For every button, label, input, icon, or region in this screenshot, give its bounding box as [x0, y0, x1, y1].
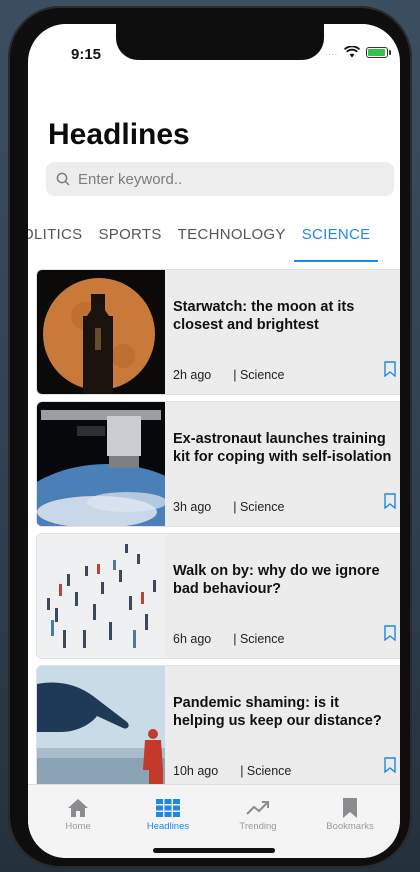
tabbar-home[interactable]: Home — [38, 795, 118, 832]
article-time: 2h ago — [173, 368, 212, 382]
status-icons: .... — [325, 46, 391, 58]
home-indicator — [153, 848, 275, 853]
article-meta: 6h ago | Science — [173, 632, 284, 646]
category-tabs: OLITICS SPORTS TECHNOLOGY SCIENCE — [28, 226, 400, 262]
article-meta: 3h ago | Science — [173, 500, 284, 514]
article-card[interactable]: Pandemic shaming: is it helping us keep … — [36, 665, 400, 791]
tabbar-trending-label: Trending — [239, 821, 277, 832]
bookmark-filled-icon — [343, 798, 357, 818]
search-icon — [56, 172, 70, 186]
article-card[interactable]: Ex-astronaut launches training kit for c… — [36, 401, 400, 527]
bookmark-icon[interactable] — [383, 361, 397, 382]
search-bar[interactable] — [46, 162, 394, 196]
battery-icon — [366, 46, 391, 58]
moon-image — [37, 270, 165, 394]
bookmark-icon[interactable] — [383, 625, 397, 646]
article-category: | Science — [240, 764, 292, 778]
bottom-tab-bar: Home Headlines Trending Bookmarks — [28, 784, 400, 858]
article-category: | Science — [233, 500, 285, 514]
article-card[interactable]: Walk on by: why do we ignore bad behavio… — [36, 533, 400, 659]
notch — [116, 24, 324, 60]
article-category: | Science — [233, 632, 285, 646]
page-title: Headlines — [48, 118, 190, 151]
article-list: Starwatch: the moon at its closest and b… — [36, 269, 400, 797]
tabbar-bookmarks-label: Bookmarks — [326, 821, 374, 832]
article-card[interactable]: Starwatch: the moon at its closest and b… — [36, 269, 400, 395]
tab-science[interactable]: SCIENCE — [293, 226, 379, 262]
article-category: | Science — [233, 368, 285, 382]
app-screen: 9:15 .... Headlines OLITICS SPORTS TECHN… — [28, 24, 400, 858]
tab-technology[interactable]: TECHNOLOGY — [178, 226, 286, 262]
spacecraft-image — [37, 402, 165, 526]
article-time: 6h ago — [173, 632, 212, 646]
article-meta: 10h ago | Science — [173, 764, 291, 778]
tabbar-headlines[interactable]: Headlines — [128, 795, 208, 832]
tabbar-trending[interactable]: Trending — [218, 795, 298, 832]
home-icon — [68, 799, 88, 817]
pointing-hand-image — [37, 666, 165, 790]
article-title: Starwatch: the moon at its closest and b… — [173, 299, 355, 333]
tab-sports[interactable]: SPORTS — [98, 226, 161, 262]
tab-politics[interactable]: OLITICS — [28, 226, 82, 262]
article-time: 3h ago — [173, 500, 212, 514]
tabbar-headlines-label: Headlines — [146, 821, 190, 832]
article-title: Walk on by: why do we ignore bad behavio… — [173, 563, 380, 597]
article-title: Pandemic shaming: is it helping us keep … — [173, 695, 382, 729]
tabbar-home-label: Home — [65, 821, 91, 832]
article-meta: 2h ago | Science — [173, 368, 284, 382]
article-title: Ex-astronaut launches training kit for c… — [173, 431, 392, 465]
bookmark-icon[interactable] — [383, 493, 397, 514]
wifi-icon — [344, 46, 360, 58]
trending-icon — [246, 801, 269, 815]
phone-frame: 9:15 .... Headlines OLITICS SPORTS TECHN… — [8, 6, 412, 868]
bookmark-icon[interactable] — [383, 757, 397, 778]
signal-icon: .... — [325, 47, 338, 57]
grid-icon — [156, 799, 180, 817]
crowd-image — [37, 534, 165, 658]
article-time: 10h ago — [173, 764, 219, 778]
search-input[interactable] — [76, 169, 360, 189]
tabbar-bookmarks[interactable]: Bookmarks — [310, 795, 390, 832]
status-time: 9:15 — [71, 46, 102, 63]
